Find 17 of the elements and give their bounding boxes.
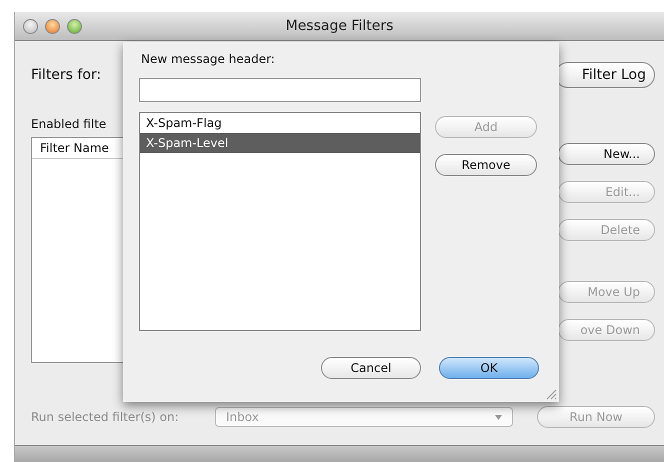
side-button[interactable]: New...: [558, 143, 655, 165]
header-label: New message header:: [141, 52, 276, 68]
header-list-item[interactable]: X-Spam-Flag: [140, 113, 420, 133]
sheet-button[interactable]: Remove: [435, 154, 537, 176]
dialog-button[interactable]: OK: [439, 357, 539, 379]
dropdown-arrow-icon: [495, 414, 502, 420]
enabled-filters-label: Enabled filte: [31, 117, 106, 133]
window-title: Message Filters: [284, 18, 394, 34]
run-label: Run selected filter(s) on:: [31, 410, 180, 424]
resize-grip-icon: [545, 388, 557, 400]
zoom-button[interactable]: [67, 18, 82, 34]
minimize-button[interactable]: [45, 18, 60, 34]
filters-for-label: Filters for:: [31, 67, 102, 83]
dialog-button[interactable]: Cancel: [321, 357, 421, 379]
header-input-field[interactable]: [139, 78, 421, 102]
header-list-item[interactable]: X-Spam-Level: [140, 133, 420, 153]
close-button[interactable]: [23, 18, 38, 34]
